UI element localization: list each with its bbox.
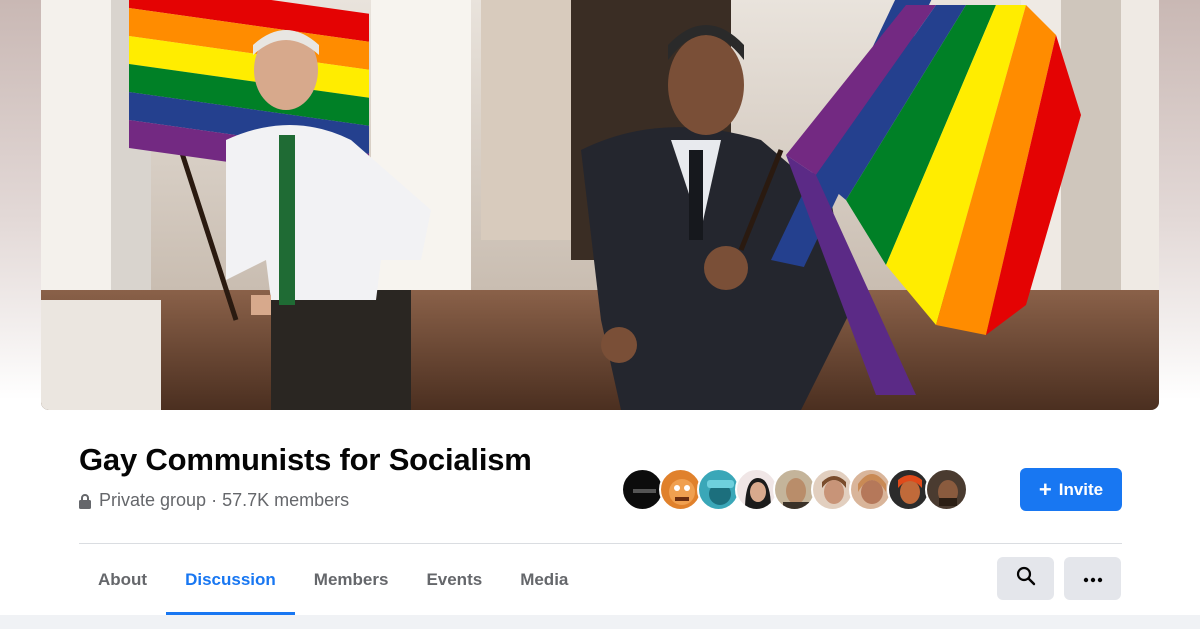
group-name: Gay Communists for Socialism: [79, 442, 532, 477]
header-divider: [79, 543, 1122, 544]
avatar[interactable]: [659, 468, 702, 511]
tab-members[interactable]: Members: [295, 545, 408, 615]
more-icon: [1083, 570, 1103, 588]
tab-media[interactable]: Media: [501, 545, 587, 615]
avatar[interactable]: [621, 468, 664, 511]
avatar[interactable]: [735, 468, 778, 511]
group-tabs: About Discussion Members Events Media: [79, 545, 587, 615]
more-options-button[interactable]: [1064, 557, 1121, 600]
tab-about[interactable]: About: [79, 545, 166, 615]
avatar[interactable]: [925, 468, 968, 511]
tab-discussion[interactable]: Discussion: [166, 545, 295, 615]
search-icon: [1016, 566, 1036, 591]
invite-button[interactable]: + Invite: [1020, 468, 1122, 511]
group-meta: Private group · 57.7K members: [79, 490, 349, 511]
content-area-edge: [0, 615, 1200, 629]
avatar[interactable]: [773, 468, 816, 511]
cover-photo[interactable]: [41, 0, 1159, 410]
invite-label: Invite: [1058, 479, 1104, 499]
plus-icon: +: [1038, 476, 1052, 502]
avatar[interactable]: [697, 468, 740, 511]
meta-separator: ·: [211, 490, 218, 510]
avatar[interactable]: [849, 468, 892, 511]
member-avatars[interactable]: [621, 468, 968, 511]
avatar[interactable]: [887, 468, 930, 511]
avatar[interactable]: [811, 468, 854, 511]
tab-events[interactable]: Events: [407, 545, 501, 615]
lock-icon: [79, 493, 93, 509]
search-button[interactable]: [997, 557, 1054, 600]
privacy-label[interactable]: Private group: [99, 490, 206, 511]
member-count[interactable]: 57.7K members: [222, 490, 349, 511]
